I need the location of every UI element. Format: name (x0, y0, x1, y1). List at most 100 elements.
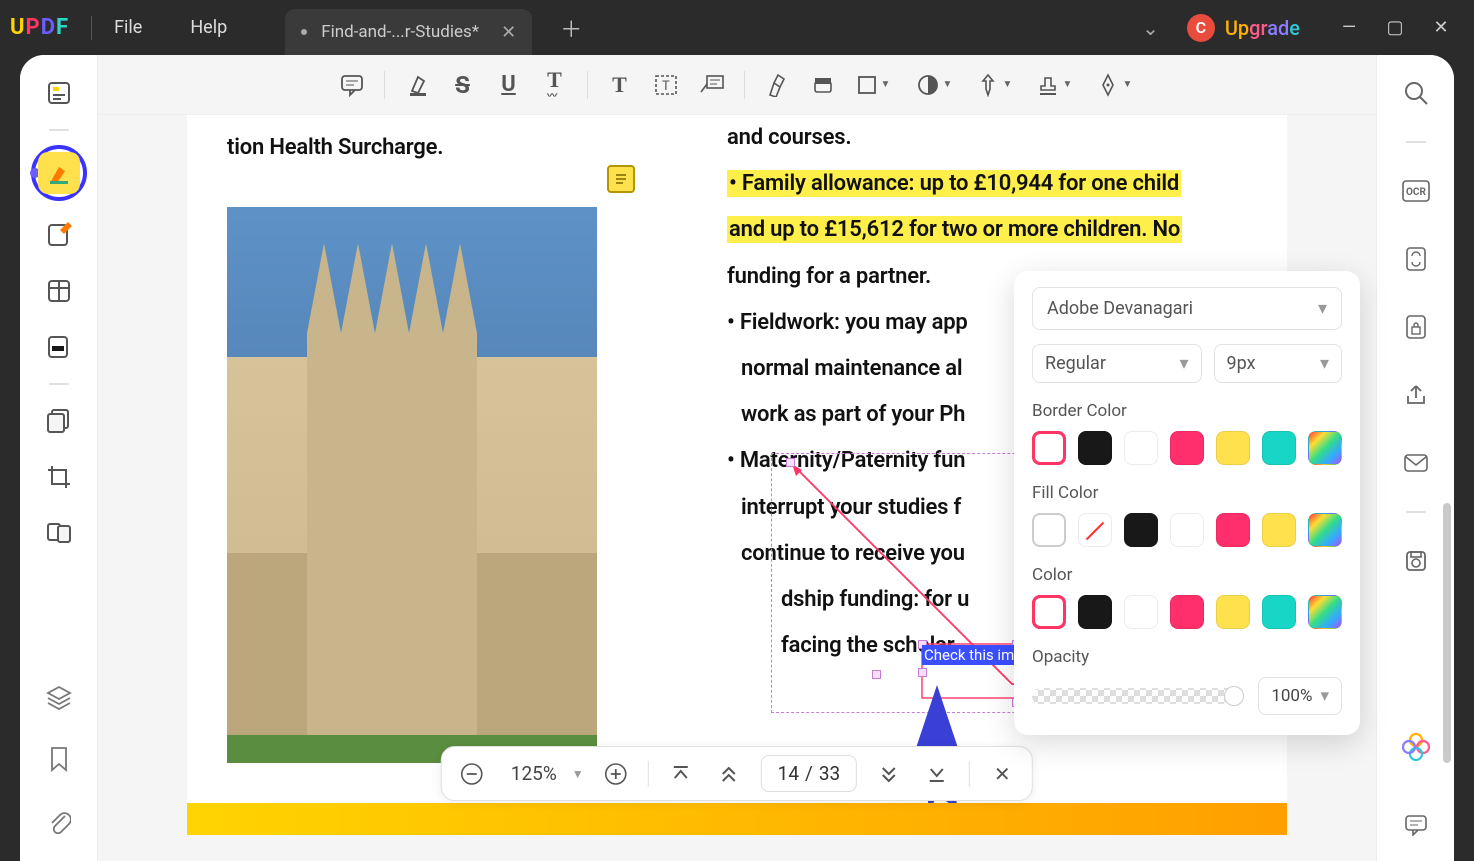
sticky-note-annotation[interactable] (607, 165, 635, 193)
color-swatch[interactable] (1078, 431, 1112, 465)
save-as-button[interactable] (1394, 539, 1438, 583)
opacity-slider[interactable] (1032, 688, 1244, 704)
sidebar-reader-button[interactable] (37, 71, 81, 115)
sidebar-edit-button[interactable] (37, 213, 81, 257)
tool-rectangle-button[interactable]: ▼ (849, 65, 903, 105)
color-picker-button[interactable] (1308, 595, 1342, 629)
no-fill-swatch[interactable] (1078, 513, 1112, 547)
share-button[interactable] (1394, 373, 1438, 417)
font-size-select[interactable]: 9px▾ (1214, 344, 1343, 383)
page-image (227, 207, 597, 763)
slider-thumb[interactable] (1224, 686, 1244, 706)
sidebar-crop-button[interactable] (37, 455, 81, 499)
tool-squiggly-button[interactable]: T〰 (535, 65, 575, 105)
mail-icon (1403, 453, 1429, 473)
window-minimize-button[interactable]: — (1326, 17, 1372, 38)
current-page: 14 (778, 762, 799, 785)
tool-text-button[interactable]: T (600, 65, 640, 105)
sidebar-bookmarks-button[interactable] (37, 737, 81, 781)
tool-note-button[interactable] (332, 65, 372, 105)
tabs-dropdown-button[interactable]: ⌄ (1142, 16, 1159, 40)
zoom-out-button[interactable] (456, 758, 488, 790)
tool-sticker-button[interactable]: ▼ (969, 65, 1023, 105)
prev-page-button[interactable] (713, 758, 745, 790)
page-footer-bar (187, 803, 1287, 835)
color-swatch[interactable] (1032, 431, 1066, 465)
sidebar-redact-button[interactable] (37, 325, 81, 369)
font-family-select[interactable]: Adobe Devanagari ▾ (1032, 287, 1342, 330)
chevron-down-icon: ▼ (1123, 79, 1133, 90)
search-button[interactable] (1394, 71, 1438, 115)
tool-stamp-button[interactable]: ▼ (1029, 65, 1083, 105)
page-number-input[interactable]: 14 / 33 (761, 755, 858, 792)
tab-close-button[interactable]: ✕ (501, 22, 516, 43)
color-swatch[interactable] (1262, 595, 1296, 629)
ai-assistant-button[interactable] (1394, 725, 1438, 769)
tool-eraser-button[interactable] (803, 65, 843, 105)
compare-icon (46, 520, 72, 546)
protect-button[interactable] (1394, 305, 1438, 349)
new-tab-button[interactable]: ＋ (560, 12, 582, 44)
sidebar-organize-button[interactable] (37, 269, 81, 313)
sidebar-comment-button[interactable] (31, 145, 87, 201)
chevrons-down-bar-icon (927, 764, 947, 784)
color-picker-button[interactable] (1308, 513, 1342, 547)
color-swatch[interactable] (1124, 431, 1158, 465)
color-swatch[interactable] (1216, 513, 1250, 547)
text-icon: T (612, 72, 627, 98)
share-icon (1404, 383, 1428, 407)
color-swatch[interactable] (1262, 513, 1296, 547)
email-button[interactable] (1394, 441, 1438, 485)
minus-circle-icon (460, 762, 484, 786)
chevron-down-icon[interactable]: ▼ (572, 767, 584, 781)
zoom-level[interactable]: 125% (504, 762, 564, 785)
tool-signature-button[interactable]: ▼ (1089, 65, 1143, 105)
color-swatch[interactable] (1170, 431, 1204, 465)
save-icon (1404, 549, 1428, 573)
tool-strikethrough-button[interactable]: S (443, 65, 483, 105)
tool-underline-button[interactable]: U (489, 65, 529, 105)
menu-file[interactable]: File (114, 17, 142, 38)
tool-callout-button[interactable] (692, 65, 732, 105)
sidebar-layers-button[interactable] (37, 675, 81, 719)
color-swatch[interactable] (1216, 431, 1250, 465)
sidebar-page-tools-button[interactable] (37, 399, 81, 443)
tool-pencil-button[interactable] (757, 65, 797, 105)
user-avatar[interactable]: C (1187, 14, 1215, 42)
opacity-value-select[interactable]: 100%▾ (1258, 677, 1342, 715)
color-swatch[interactable] (1124, 595, 1158, 629)
color-swatch[interactable] (1032, 513, 1066, 547)
color-swatch[interactable] (1124, 513, 1158, 547)
window-close-button[interactable]: ✕ (1418, 17, 1464, 38)
next-page-button[interactable] (873, 758, 905, 790)
tool-highlight-button[interactable] (397, 65, 437, 105)
first-page-button[interactable] (665, 758, 697, 790)
zoom-in-button[interactable] (600, 758, 632, 790)
ocr-button[interactable]: OCR (1394, 169, 1438, 213)
tool-textbox-button[interactable]: T (646, 65, 686, 105)
color-swatch[interactable] (1216, 595, 1250, 629)
color-swatch[interactable] (1078, 595, 1112, 629)
plus-circle-icon (604, 762, 628, 786)
color-swatch[interactable] (1170, 513, 1204, 547)
font-style-select[interactable]: Regular▾ (1032, 344, 1202, 383)
tool-shape-button[interactable]: ▼ (909, 65, 963, 105)
menu-help[interactable]: Help (190, 17, 227, 38)
window-maximize-button[interactable]: ▢ (1372, 17, 1418, 38)
convert-button[interactable] (1394, 237, 1438, 281)
close-controls-button[interactable]: ✕ (986, 758, 1018, 790)
color-swatch[interactable] (1170, 595, 1204, 629)
upgrade-button[interactable]: Upgrade (1225, 16, 1300, 40)
chevron-down-icon: ▾ (1320, 353, 1329, 374)
document-tab[interactable]: Find-and-...r-Studies* ✕ (285, 9, 532, 55)
sidebar-attachments-button[interactable] (37, 799, 81, 843)
workspace: S U T〰 T T ▼ ▼ ▼ ▼ ▼ tion Health Surchar… (20, 55, 1454, 861)
last-page-button[interactable] (921, 758, 953, 790)
scrollbar-thumb[interactable] (1443, 503, 1451, 763)
color-swatch[interactable] (1262, 431, 1296, 465)
comments-panel-button[interactable] (1394, 803, 1438, 847)
chevron-down-icon: ▼ (943, 79, 953, 90)
color-swatch[interactable] (1032, 595, 1066, 629)
sidebar-compare-button[interactable] (37, 511, 81, 555)
color-picker-button[interactable] (1308, 431, 1342, 465)
